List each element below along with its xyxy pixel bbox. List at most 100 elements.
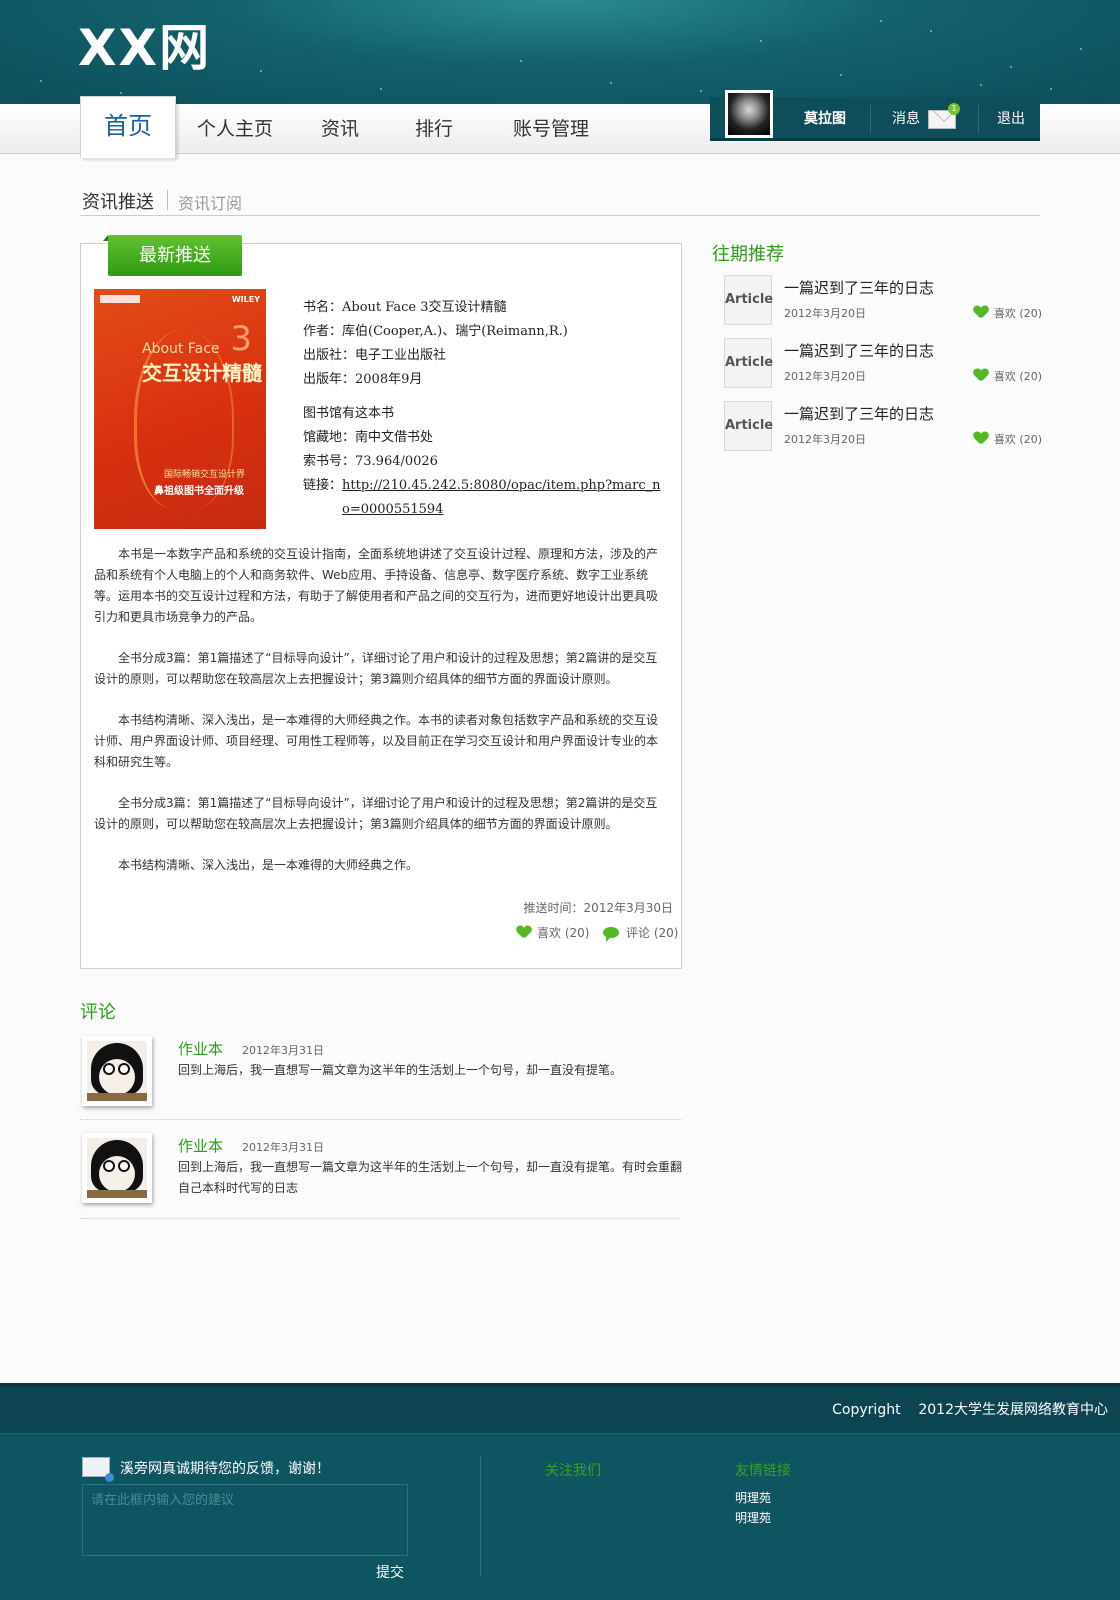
recommend-like[interactable]: 喜欢 (20) <box>974 368 1042 384</box>
logout-link[interactable]: 退出 <box>997 97 1025 141</box>
avatar-image <box>87 1041 147 1101</box>
book-cover[interactable]: WILEY 3 About Face 交互设计精髓 国际畅销交互设计界 鼻祖级图… <box>94 289 266 529</box>
like-count: 喜欢 (20) <box>537 926 590 940</box>
description-paragraph: 本书是一本数字产品和系统的交互设计指南，全面系统地讲述了交互设计过程、原理和方法… <box>94 547 659 624</box>
recommend-item-date: 2012年3月20日 <box>784 307 866 320</box>
divider <box>870 105 871 133</box>
cover-brand-mark <box>100 295 140 303</box>
submit-button[interactable]: 提交 <box>376 1562 404 1582</box>
commenter-name[interactable]: 作业本 <box>178 1135 223 1156</box>
nav-home[interactable]: 首页 <box>80 96 176 158</box>
library-status: 图书馆有这本书 <box>303 406 395 421</box>
recommend-item-title[interactable]: 一篇迟到了三年的日志 <box>784 340 934 361</box>
footer: 溪旁网真诚期待您的反馈，谢谢！ 提交 关注我们 友情链接 明理苑 明理苑 <box>0 1433 1120 1600</box>
comment-count: 评论 (20) <box>626 926 679 940</box>
latest-push-card: 最新推送 WILEY 3 About Face 交互设计精髓 国际畅销交互设计界… <box>80 235 682 969</box>
cover-series: 国际畅销交互设计界 <box>164 470 246 480</box>
book-location: 馆藏地：南中文借书处 <box>303 430 434 445</box>
comment-item: 作业本 2012年3月31日 回到上海后，我一直想写一篇文章为这半年的生活划上一… <box>80 1036 682 1120</box>
recommend-item-date: 2012年3月20日 <box>784 433 866 446</box>
tab-news-push[interactable]: 资讯推送 <box>82 188 154 214</box>
book-publisher: 出版社：电子工业出版社 <box>303 348 447 363</box>
divider <box>480 1456 481 1576</box>
recommend-item-title[interactable]: 一篇迟到了三年的日志 <box>784 403 934 424</box>
divider <box>978 105 979 133</box>
divider <box>167 190 168 210</box>
heart-icon <box>974 432 988 444</box>
friend-link[interactable]: 明理苑 <box>735 1489 771 1506</box>
heart-icon <box>974 369 988 381</box>
description-paragraph: 全书分成3篇：第1篇描述了“目标导向设计”，详细讨论了用户和设计的过程及思想；第… <box>94 796 658 831</box>
avatar-image <box>87 1138 147 1198</box>
book-title: 书名：About Face 3交互设计精髓 <box>303 300 507 315</box>
like-count: 喜欢 (20) <box>993 307 1042 320</box>
like-count: 喜欢 (20) <box>993 370 1042 383</box>
library-link[interactable]: http://210.45.242.5:8080/opac/item.php?m… <box>342 474 662 522</box>
subtabs: 资讯推送 资讯订阅 <box>80 186 1040 216</box>
recommend-item[interactable]: Article 一篇迟到了三年的日志 2012年3月20日 喜欢 (20) <box>724 275 1042 327</box>
copyright-text: Copyright 2012大学生发展网络教育中心 <box>832 1402 1108 1418</box>
user-bar: 莫拉图 消息 1 退出 <box>710 90 1040 141</box>
user-avatar[interactable] <box>725 90 773 138</box>
like-count: 喜欢 (20) <box>993 433 1042 446</box>
description-paragraph: 本书结构清晰、深入浅出，是一本难得的大师经典之作。本书的读者对象包括数字产品和系… <box>94 713 659 769</box>
mail-icon <box>82 1457 114 1482</box>
copyright-bar: Copyright 2012大学生发展网络教育中心 <box>0 1383 1120 1433</box>
comment-text: 回到上海后，我一直想写一篇文章为这半年的生活划上一个句号，却一直没有提笔。有时会… <box>178 1160 683 1195</box>
avatar-image <box>728 93 770 135</box>
description-paragraph: 本书结构清晰、深入浅出，是一本难得的大师经典之作。 <box>118 858 419 872</box>
book-callno: 索书号：73.964/0026 <box>303 454 438 469</box>
cover-publisher: WILEY <box>231 295 260 304</box>
book-author: 作者：库伯(Cooper,A.)、瑞宁(Reimann,R.) <box>303 324 568 339</box>
user-name[interactable]: 莫拉图 <box>804 97 846 141</box>
header-banner: XX网 <box>0 0 1120 104</box>
commenter-avatar[interactable] <box>82 1133 152 1203</box>
like-button[interactable]: 喜欢 (20) <box>517 924 589 941</box>
cover-edition: 3 <box>230 319 252 359</box>
comment-date: 2012年3月31日 <box>242 1044 324 1057</box>
comment-button[interactable]: 评论 (20) <box>603 924 679 942</box>
heart-icon <box>517 926 531 938</box>
article-thumb[interactable]: Article <box>724 275 773 325</box>
feedback-text: 溪旁网真诚期待您的反馈，谢谢！ <box>120 1461 330 1477</box>
article-thumb[interactable]: Article <box>724 401 773 451</box>
nav-ranking[interactable]: 排行 <box>404 104 464 154</box>
friend-links-title: 友情链接 <box>735 1463 791 1479</box>
recommend-like[interactable]: 喜欢 (20) <box>974 431 1042 447</box>
cover-upgrade: 鼻祖级图书全面升级 <box>154 486 244 497</box>
link-label: 链接： <box>303 478 343 493</box>
recommend-item[interactable]: Article 一篇迟到了三年的日志 2012年3月20日 喜欢 (20) <box>724 401 1042 453</box>
recommend-item[interactable]: Article 一篇迟到了三年的日志 2012年3月20日 喜欢 (20) <box>724 338 1042 390</box>
cover-title-en: About Face <box>142 341 220 357</box>
cover-title-cn: 交互设计精髓 <box>142 361 262 385</box>
comment-item: 作业本 2012年3月31日 回到上海后，我一直想写一篇文章为这半年的生活划上一… <box>80 1133 682 1219</box>
article-thumb[interactable]: Article <box>724 338 773 388</box>
commenter-avatar[interactable] <box>82 1036 152 1106</box>
comment-icon <box>603 927 619 942</box>
feedback-input[interactable] <box>82 1484 408 1556</box>
message-count-badge: 1 <box>948 103 960 115</box>
book-year: 出版年：2008年9月 <box>303 372 423 387</box>
commenter-name[interactable]: 作业本 <box>178 1038 223 1059</box>
nav-personal[interactable]: 个人主页 <box>190 104 280 154</box>
recommend-item-title[interactable]: 一篇迟到了三年的日志 <box>784 277 934 298</box>
description-paragraph: 全书分成3篇：第1篇描述了“目标导向设计”，详细讨论了用户和设计的过程及思想；第… <box>94 651 658 686</box>
comment-date: 2012年3月31日 <box>242 1141 324 1154</box>
comment-text: 回到上海后，我一直想写一篇文章为这半年的生活划上一个句号，却一直没有提笔。 <box>178 1063 623 1077</box>
messages-link[interactable]: 消息 <box>892 97 920 141</box>
recommend-like[interactable]: 喜欢 (20) <box>974 305 1042 321</box>
nav-account[interactable]: 账号管理 <box>506 104 596 154</box>
nav-news[interactable]: 资讯 <box>310 104 370 154</box>
book-description: 本书是一本数字产品和系统的交互设计指南，全面系统地讲述了交互设计过程、原理和方法… <box>94 544 666 896</box>
site-logo[interactable]: XX网 <box>78 18 211 78</box>
tab-news-subscribe[interactable]: 资讯订阅 <box>178 190 242 214</box>
recommend-item-date: 2012年3月20日 <box>784 370 866 383</box>
friend-link[interactable]: 明理苑 <box>735 1509 771 1526</box>
heart-icon <box>974 306 988 318</box>
push-time: 推送时间：2012年3月30日 <box>523 901 673 915</box>
follow-us-title: 关注我们 <box>545 1463 601 1479</box>
recommend-title: 往期推荐 <box>712 244 784 265</box>
comments-title: 评论 <box>80 1002 116 1023</box>
card-ribbon: 最新推送 <box>103 235 242 276</box>
book-info: 书名：About Face 3交互设计精髓 作者：库伯(Cooper,A.)、瑞… <box>303 296 662 522</box>
